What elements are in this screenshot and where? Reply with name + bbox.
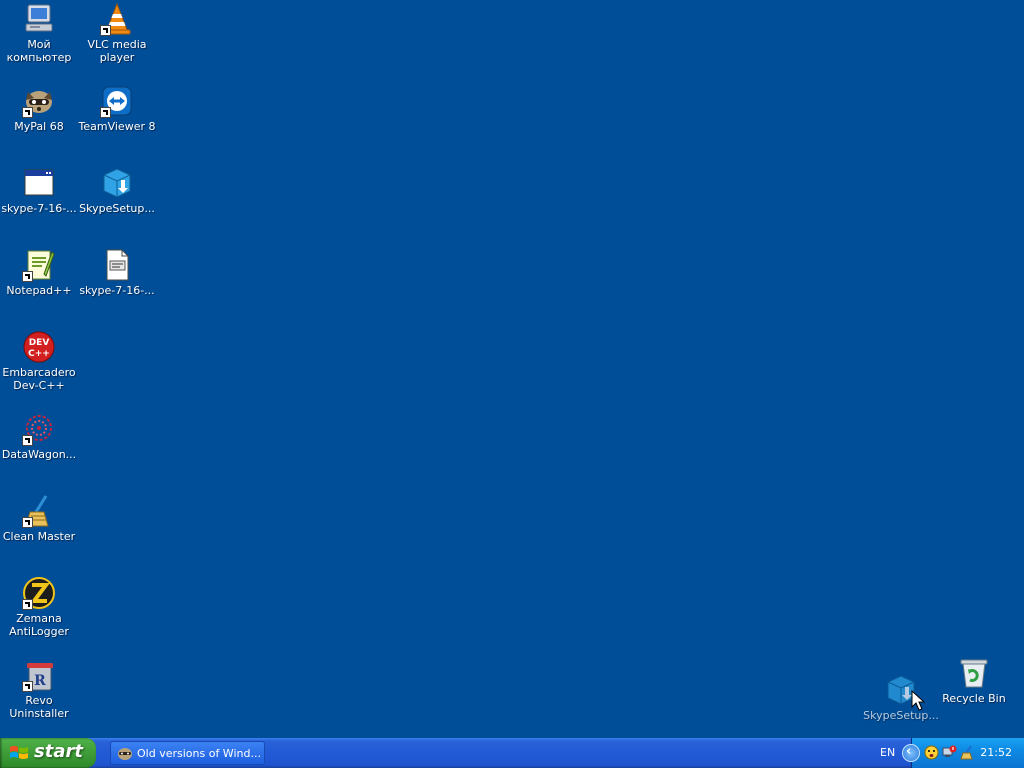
svg-text:DEV: DEV <box>29 338 50 348</box>
desktop-icon-skype-exe-2[interactable]: skype-7-16-... <box>78 248 156 297</box>
shortcut-arrow-icon <box>22 107 33 118</box>
start-label: start <box>34 741 83 762</box>
zemana-icon <box>22 576 56 610</box>
desktop-icon-label: Notepad++ <box>6 284 72 297</box>
network-alert-icon[interactable] <box>942 745 957 760</box>
shortcut-arrow-icon <box>22 681 33 692</box>
shortcut-arrow-icon <box>22 271 33 282</box>
windows-flag-icon <box>10 746 28 759</box>
desktop-icon-label: Zemana AntiLogger <box>9 612 69 638</box>
desktop-icon-label: Мой компьютер <box>6 38 72 64</box>
desktop-icon-label: SkypeSetup... <box>863 709 939 722</box>
application-window-icon <box>22 166 56 200</box>
document-icon <box>100 248 134 282</box>
taskbar: start Old versions of Wind... EN ‹ 21:52 <box>0 738 1024 768</box>
desktop-icon-zemana[interactable]: Zemana AntiLogger <box>0 576 78 638</box>
desktop-icon-vlc[interactable]: VLC media player <box>78 2 156 64</box>
language-indicator[interactable]: EN <box>880 746 895 759</box>
desktop-icon-datawagon[interactable]: DataWagon... <box>0 412 78 461</box>
desktop-icon-recycle-bin[interactable]: Recycle Bin <box>935 656 1013 705</box>
desktop-icon-mypal[interactable]: MyPal 68 <box>0 84 78 133</box>
desktop-icon-label: DataWagon... <box>1 448 77 461</box>
system-tray: EN ‹ 21:52 <box>880 738 1024 768</box>
desktop-icon-label: skype-7-16-... <box>79 284 155 297</box>
shortcut-arrow-icon <box>22 517 33 528</box>
shortcut-arrow-icon <box>22 435 33 446</box>
devcpp-icon: DEV C++ <box>22 330 56 364</box>
shortcut-arrow-icon <box>22 599 33 610</box>
skype-setup-box-icon <box>100 166 134 200</box>
desktop-icon-notepadpp[interactable]: Notepad++ <box>0 248 78 297</box>
desktop-icon-devcpp[interactable]: DEV C++ Embarcadero Dev-C++ <box>0 330 78 392</box>
mouse-cursor-icon <box>911 690 925 711</box>
desktop-icon-revo[interactable]: R Revo Uninstaller <box>0 658 78 720</box>
desktop-icon-label: SkypeSetup... <box>79 202 155 215</box>
recycle-bin-icon <box>957 656 991 690</box>
show-hidden-icons-button[interactable]: ‹ <box>902 744 920 762</box>
taskbar-button-browser[interactable]: Old versions of Wind... <box>110 741 265 765</box>
revo-uninstaller-icon: R <box>22 658 56 692</box>
desktop-icon-label: MyPal 68 <box>14 120 64 133</box>
svg-text:C++: C++ <box>28 349 50 359</box>
datawagon-icon <box>22 412 56 446</box>
desktop-icon-cleanmaster[interactable]: Clean Master <box>0 494 78 543</box>
broom-icon <box>22 494 56 528</box>
chevron-left-icon: ‹ <box>906 744 912 759</box>
teamviewer-icon <box>100 84 134 118</box>
desktop-icon-label: Recycle Bin <box>942 692 1006 705</box>
desktop-icon-label: Embarcadero Dev-C++ <box>2 366 76 392</box>
vlc-cone-icon <box>100 2 134 36</box>
desktop-icon-skype-exe-1[interactable]: skype-7-16-... <box>0 166 78 215</box>
desktop-icon-skypesetup-1[interactable]: SkypeSetup... <box>78 166 156 215</box>
desktop-icon-label: skype-7-16-... <box>1 202 77 215</box>
taskbar-button-label: Old versions of Wind... <box>137 747 261 760</box>
desktop-icon-label: Clean Master <box>2 530 76 543</box>
computer-icon <box>22 2 56 36</box>
desktop-icon-label: Revo Uninstaller <box>9 694 69 720</box>
shortcut-arrow-icon <box>100 107 111 118</box>
clock[interactable]: 21:52 <box>980 746 1012 759</box>
desktop-icon-skypesetup-dragging[interactable]: SkypeSetup... <box>862 673 940 722</box>
shortcut-arrow-icon <box>100 25 111 36</box>
notepadpp-icon <box>22 248 56 282</box>
browser-raccoon-icon <box>118 748 132 760</box>
desktop-icon-teamviewer[interactable]: TeamViewer 8 <box>78 84 156 133</box>
start-button[interactable]: start <box>0 738 96 768</box>
desktop-icon-my-computer[interactable]: Мой компьютер <box>0 2 78 64</box>
desktop-icon-label: TeamViewer 8 <box>78 120 156 133</box>
smiley-alert-icon[interactable] <box>924 745 939 760</box>
desktop[interactable]: Мой компьютер MyPal 68 skype-7-16-... No… <box>0 0 1024 738</box>
cleaner-icon[interactable] <box>960 745 975 760</box>
raccoon-browser-icon <box>22 84 56 118</box>
desktop-icon-label: VLC media player <box>87 38 147 64</box>
svg-text:R: R <box>34 673 46 689</box>
